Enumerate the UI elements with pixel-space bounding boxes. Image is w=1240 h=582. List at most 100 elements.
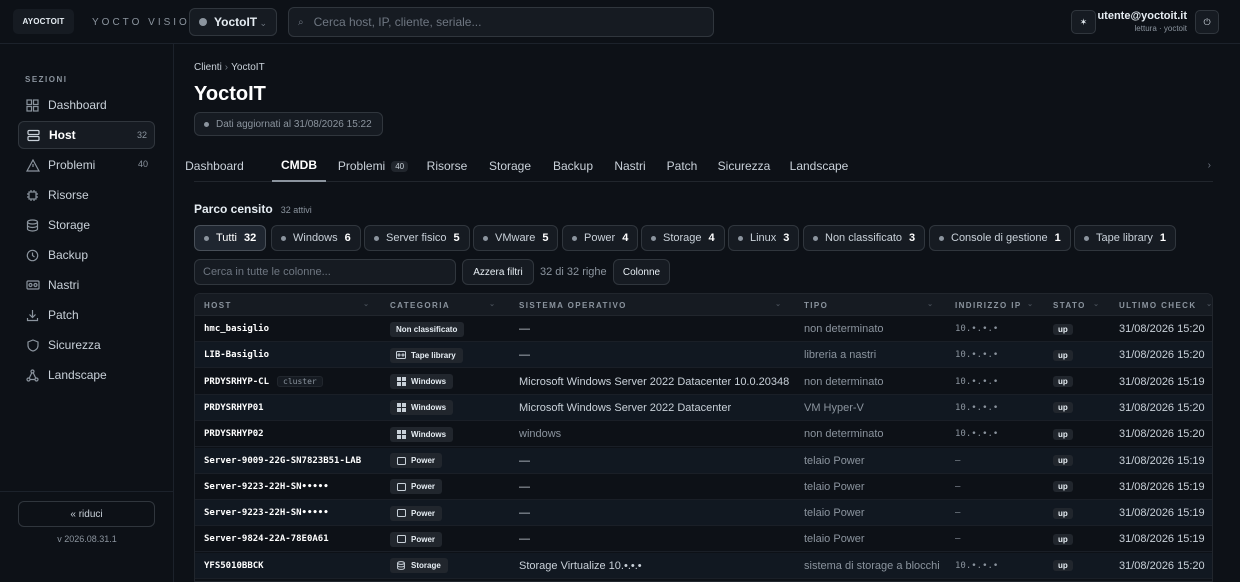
host-name: PRDYSRHYP02 — [204, 429, 264, 440]
cell-host[interactable]: YFS5010BBCK — [204, 553, 264, 579]
filter-chip-vmware[interactable]: VMware 5 — [473, 225, 559, 251]
cell-host[interactable]: PRDYSRHYP01 — [204, 395, 264, 421]
column-header-categoria[interactable]: CATEGORIA ⌄ — [390, 294, 505, 316]
global-search[interactable]: ⌕ — [288, 7, 714, 37]
cell-tipo: telaio Power — [804, 533, 865, 546]
chip-dot-icon — [1084, 235, 1089, 241]
sidebar-item-count: 32 — [136, 130, 147, 140]
cell-host[interactable]: Server-9223-22H-SN••••• — [204, 474, 329, 500]
filter-chip-power[interactable]: Power 4 — [562, 225, 639, 251]
user-info[interactable]: utente@yoctoit.it lettura · yoctoit — [1097, 10, 1187, 33]
sidebar-item-patch[interactable]: Patch — [18, 301, 155, 329]
table-row[interactable]: hmc_basiglio Non classificato — non determi… — [195, 316, 1212, 342]
column-filter[interactable] — [194, 259, 456, 285]
power-icon[interactable]: ⏻ — [1195, 10, 1219, 34]
cell-host[interactable]: PRDYSRHYP-CL cluster — [204, 369, 323, 395]
cell-categoria: Windows — [390, 395, 454, 421]
filter-chip-tutti[interactable]: Tutti 32 — [194, 225, 267, 251]
tab-nastri[interactable]: Nastri — [611, 150, 649, 182]
sidebar-item-problemi[interactable]: Problemi 40 — [18, 151, 155, 179]
category-badge: Power — [390, 479, 443, 495]
cell-tipo: telaio Power — [804, 507, 865, 520]
table-row[interactable]: PRDYSRHYP02 Windows windows non determinato… — [195, 421, 1212, 448]
column-header-stato[interactable]: STATO ⌄ — [1053, 294, 1109, 316]
network-icon — [25, 368, 40, 383]
filter-chip-windows[interactable]: Windows 6 — [271, 225, 361, 251]
cell-host[interactable]: Server-9223-22H-SN••••• — [204, 500, 329, 526]
tab-problemi[interactable]: Problemi 40 — [338, 150, 409, 182]
filter-chip-console-gestione[interactable]: Console di gestione 1 — [929, 225, 1071, 251]
host-name: PRDYSRHYP01 — [204, 402, 264, 413]
tenant-dot-icon — [199, 18, 207, 26]
tab-patch[interactable]: Patch — [664, 150, 700, 182]
column-header-host[interactable]: HOST ⌄ — [204, 294, 379, 316]
app-logo[interactable]: AYOCTOIT — [13, 9, 74, 34]
table-row[interactable]: PRDYSRHYP-CL cluster Windows Microsoft Wind… — [195, 369, 1212, 395]
sidebar-item-risorse[interactable]: Risorse — [18, 181, 155, 209]
filter-chip-non-classificato[interactable]: Non classificato 3 — [803, 225, 926, 251]
sort-icon[interactable]: ⌄ — [1027, 300, 1033, 308]
tab-dashboard[interactable]: Dashboard — [185, 150, 244, 182]
filter-chip-storage[interactable]: Storage 4 — [641, 225, 725, 251]
column-header-indirizzo-ip[interactable]: INDIRIZZO IP ⌄ — [955, 294, 1043, 316]
sidebar-item-storage[interactable]: Storage — [18, 211, 155, 239]
breadcrumb-root[interactable]: Clienti — [194, 62, 222, 73]
column-header-label: TIPO — [804, 300, 829, 310]
sidebar-item-landscape[interactable]: Landscape — [18, 361, 155, 389]
tab-label: Risorse — [426, 159, 468, 173]
cell-host[interactable]: hmc_basiglio — [204, 316, 269, 342]
table-row[interactable]: Server-9223-22H-SN••••• Power — telaio Powe… — [195, 500, 1212, 527]
sort-icon[interactable]: ⌄ — [1093, 300, 1099, 308]
cell-host[interactable]: PRDYSRHYP02 — [204, 421, 264, 447]
sort-icon[interactable]: ⌄ — [775, 300, 781, 308]
cell-categoria: Power — [390, 448, 443, 474]
tab-landscape[interactable]: Landscape — [788, 150, 850, 182]
parco-header: Parco censito 32 attivi — [194, 202, 312, 216]
cell-stato: up — [1053, 342, 1073, 368]
chip-label: Windows — [293, 232, 338, 244]
table-row[interactable]: Server-9223-22H-SN••••• Power — telaio Powe… — [195, 474, 1212, 500]
sun-icon[interactable]: ✶ — [1071, 10, 1096, 34]
cell-host[interactable]: Server-9824-22A-78E0A61 — [204, 526, 329, 552]
global-search-input[interactable] — [313, 15, 694, 29]
tab-backup[interactable]: Backup — [550, 150, 596, 182]
column-header-sistema-operativo[interactable]: SISTEMA OPERATIVO ⌄ — [519, 294, 791, 316]
tab-risorse[interactable]: Risorse — [424, 150, 470, 182]
tab-cmdb[interactable]: CMDB — [272, 150, 326, 182]
cell-host[interactable]: Server-9009-22G-SN7823B51-LAB — [204, 448, 361, 474]
user-email: utente@yoctoit.it — [1097, 10, 1187, 22]
filter-chip-server-fisico[interactable]: Server fisico 5 — [364, 225, 470, 251]
sidebar-item-dashboard[interactable]: Dashboard — [18, 91, 155, 119]
cell-host[interactable]: LIB-Basiglio — [204, 342, 269, 368]
column-header-tipo[interactable]: TIPO ⌄ — [804, 294, 943, 316]
sort-icon[interactable]: ⌄ — [363, 300, 369, 308]
table-row[interactable]: Server-9009-22G-SN7823B51-LAB Power — telai… — [195, 447, 1212, 474]
tenant-selector[interactable]: YoctoIT ⌄ — [189, 8, 277, 36]
collapse-sidebar-button[interactable]: « riduci — [18, 501, 155, 527]
tab-sicurezza[interactable]: Sicurezza — [716, 150, 772, 182]
column-header-ultimo-check[interactable]: ULTIMO CHECK ⌄ — [1119, 294, 1212, 316]
table-row[interactable]: PRDYSRHYP01 Windows Microsoft Windows Serv… — [195, 394, 1212, 421]
status-dot-icon — [204, 121, 209, 127]
table-row[interactable]: Server-9824-22A-78E0A61 Power — telaio Powe… — [195, 526, 1212, 553]
filter-chip-linux[interactable]: Linux 3 — [728, 225, 800, 251]
tab-storage[interactable]: Storage — [487, 150, 533, 182]
filter-chip-tape-library[interactable]: Tape library 1 — [1074, 225, 1176, 251]
reset-filters-button[interactable]: Azzera filtri — [462, 259, 534, 285]
sidebar-item-nastri[interactable]: Nastri — [18, 271, 155, 299]
sidebar-item-sicurezza[interactable]: Sicurezza — [18, 331, 155, 359]
chevron-right-icon[interactable]: › — [1208, 160, 1211, 171]
columns-button[interactable]: Colonne — [613, 259, 670, 285]
cell-tipo: non determinato — [804, 428, 884, 441]
table-row[interactable]: YFS5010BBCK Storage Storage Virtualize 10.… — [195, 552, 1212, 579]
sidebar-item-backup[interactable]: Backup — [18, 241, 155, 269]
category-label: Windows — [411, 429, 447, 439]
table-row[interactable]: LIB-Basiglio Tape library — libreria a nast… — [195, 342, 1212, 369]
sort-icon[interactable]: ⌄ — [927, 300, 933, 308]
sidebar-item-host[interactable]: Host 32 — [18, 121, 155, 149]
data-updated-text: Dati aggiornati al 31/08/2026 15:22 — [216, 118, 372, 130]
sort-icon[interactable]: ⌄ — [1206, 300, 1212, 308]
column-filter-input[interactable] — [203, 260, 453, 284]
chip-count: 3 — [783, 232, 790, 244]
sort-icon[interactable]: ⌄ — [489, 300, 495, 308]
